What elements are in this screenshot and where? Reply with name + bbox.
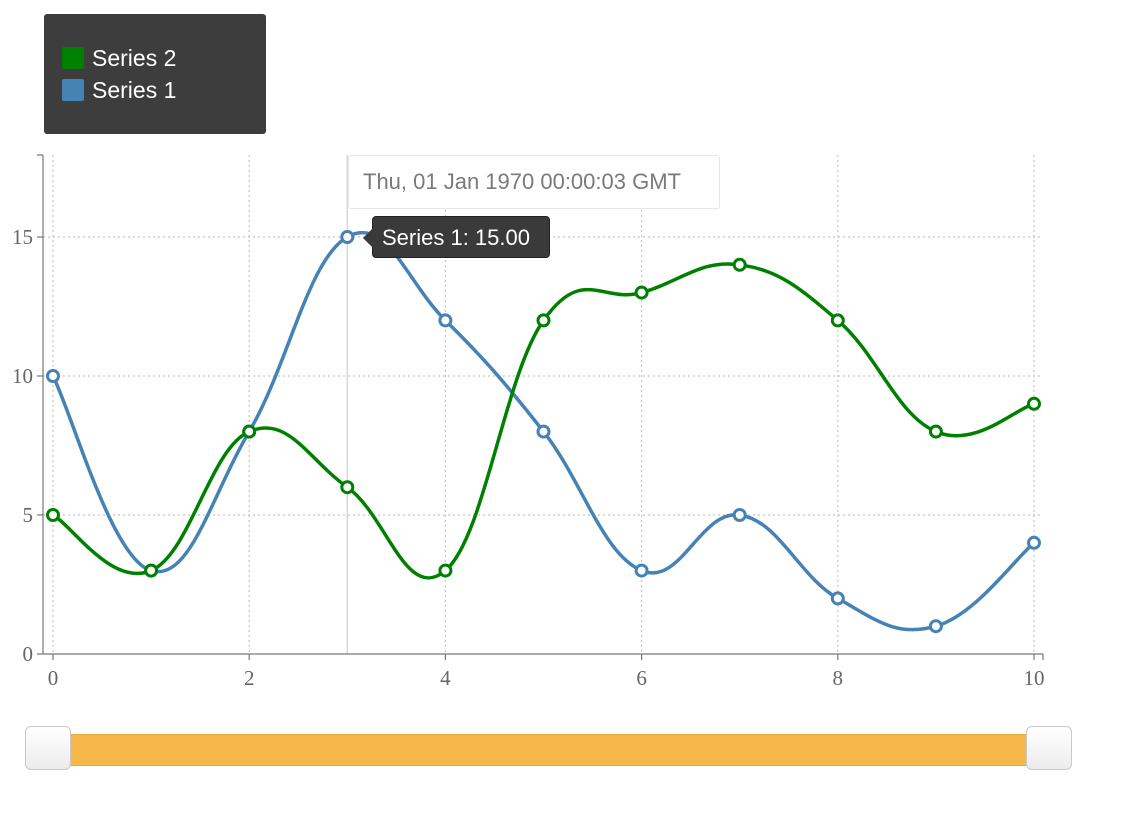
data-point-series-1 xyxy=(732,508,747,522)
data-point-series-2 xyxy=(340,480,355,495)
data-point-series-1 xyxy=(438,313,453,328)
data-point-series-1 xyxy=(830,591,845,606)
data-point-series-2 xyxy=(634,285,649,300)
series-layer xyxy=(46,230,1041,634)
range-slider[interactable] xyxy=(25,726,1072,772)
y-tick-label: 15 xyxy=(12,225,33,249)
range-slider-right-handle[interactable] xyxy=(1026,726,1072,770)
y-tick-label: 5 xyxy=(23,503,34,527)
data-point-series-2 xyxy=(438,563,453,578)
data-point-series-2 xyxy=(144,563,159,578)
legend-swatch-series-2 xyxy=(62,47,84,69)
legend-label-series-1: Series 1 xyxy=(92,76,177,103)
data-point-series-1 xyxy=(46,369,60,383)
x-tick-label: 10 xyxy=(1024,666,1045,690)
value-tooltip: Series 1: 15.00 xyxy=(363,216,550,258)
x-tick-label: 6 xyxy=(636,666,647,690)
legend-swatch-series-1 xyxy=(62,79,84,101)
data-point-series-2 xyxy=(732,257,747,272)
value-tooltip-label: Series 1: 15.00 xyxy=(382,225,530,250)
legend-label-series-2: Series 2 xyxy=(92,44,177,71)
data-point-series-1 xyxy=(1027,535,1041,550)
time-tooltip: Thu, 01 Jan 1970 00:00:03 GMT xyxy=(348,155,720,209)
range-slider-left-handle[interactable] xyxy=(25,726,71,770)
data-point-series-2 xyxy=(830,313,845,328)
x-tick-label: 8 xyxy=(833,666,844,690)
data-point-series-1 xyxy=(928,619,943,634)
legend-item-series-1[interactable]: Series 1 xyxy=(62,74,266,106)
data-point-series-1 xyxy=(536,424,551,439)
legend: Series 2 Series 1 xyxy=(44,14,266,134)
y-tick-label: 10 xyxy=(12,364,33,388)
x-tick-label: 0 xyxy=(48,666,59,690)
data-point-series-1 xyxy=(340,230,355,244)
data-point-series-2 xyxy=(1027,396,1041,411)
x-tick-label: 2 xyxy=(244,666,255,690)
data-point-series-2 xyxy=(46,508,60,522)
data-point-series-2 xyxy=(536,313,551,328)
data-point-series-2 xyxy=(242,424,257,439)
y-tick-label: 0 xyxy=(23,642,34,666)
range-slider-fill[interactable] xyxy=(69,734,1028,766)
tooltip-arrow xyxy=(363,228,373,248)
data-point-series-1 xyxy=(634,563,649,578)
legend-item-series-2[interactable]: Series 2 xyxy=(62,42,266,74)
data-point-series-2 xyxy=(928,424,943,439)
x-tick-label: 4 xyxy=(440,666,451,690)
